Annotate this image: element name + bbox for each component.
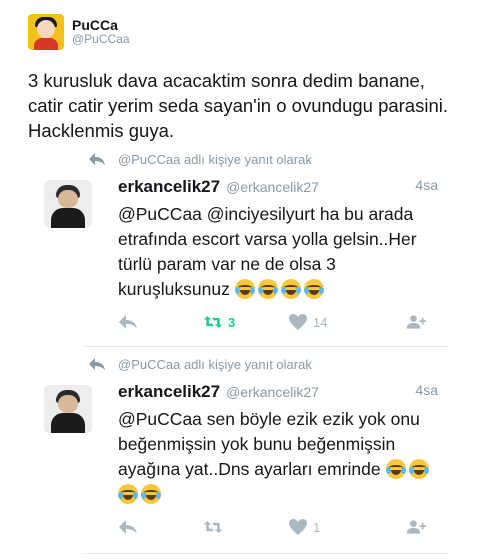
face-with-tears-of-joy-icon [280, 279, 301, 299]
face-with-tears-of-joy-icon [303, 279, 324, 299]
timestamp[interactable]: 4sa [415, 382, 438, 398]
tweet-text-body: @PuCCaa sen böyle ezik ezik yok onu beğe… [118, 409, 420, 479]
display-name[interactable]: PuCCa [72, 17, 130, 33]
retweet-icon [203, 316, 223, 328]
reply-tweet: @PuCCaa adlı kişiye yanıt olarak erkance… [0, 150, 477, 350]
face-with-tears-of-joy-icon [118, 484, 138, 504]
reply-context-text[interactable]: @PuCCaa adlı kişiye yanıt olarak [118, 152, 312, 167]
like-button[interactable]: 1 [288, 518, 320, 536]
reply-header: erkancelik27 @erkancelik27 4sa [118, 177, 438, 197]
divider [85, 346, 449, 347]
avatar[interactable] [44, 180, 92, 228]
reply-arrow-icon [119, 520, 137, 534]
tweet-actions: 3 14 [118, 313, 438, 335]
tweet-header: PuCCa @PuCCaa [28, 14, 130, 50]
reply-context: @PuCCaa adlı kişiye yanıt olarak [88, 355, 312, 373]
divider [85, 553, 449, 554]
reply-arrow-icon [89, 153, 105, 165]
add-user-icon [406, 520, 426, 534]
emoji-row [234, 279, 327, 299]
reply-context-text[interactable]: @PuCCaa adlı kişiye yanıt olarak [118, 357, 312, 372]
face-with-tears-of-joy-icon [257, 279, 278, 299]
face-with-tears-of-joy-icon [141, 484, 161, 504]
follow-button[interactable] [406, 313, 426, 331]
timestamp[interactable]: 4sa [415, 177, 438, 193]
heart-icon [289, 519, 307, 535]
face-with-tears-of-joy-icon [385, 459, 406, 479]
reply-tweet: @PuCCaa adlı kişiye yanıt olarak erkance… [0, 355, 477, 555]
reply-arrow-icon [119, 315, 137, 329]
user-handle[interactable]: @PuCCaa [72, 32, 130, 47]
reply-button[interactable] [118, 518, 138, 536]
user-handle[interactable]: @erkancelik27 [226, 179, 319, 195]
avatar[interactable] [28, 14, 64, 50]
avatar[interactable] [44, 385, 92, 433]
user-handle[interactable]: @erkancelik27 [226, 384, 319, 400]
retweet-count: 3 [228, 314, 236, 330]
retweet-button[interactable]: 3 [203, 313, 235, 331]
follow-button[interactable] [406, 518, 426, 536]
reply-header: erkancelik27 @erkancelik27 4sa [118, 382, 438, 402]
reply-context: @PuCCaa adlı kişiye yanıt olarak [88, 150, 312, 168]
tweet-text: @PuCCaa @inciyesilyurt ha bu arada etraf… [118, 202, 443, 302]
like-button[interactable]: 14 [288, 313, 327, 331]
retweet-icon [203, 521, 223, 533]
display-name[interactable]: erkancelik27 [118, 177, 220, 197]
heart-icon [289, 314, 307, 330]
add-user-icon [406, 315, 426, 329]
display-name[interactable]: erkancelik27 [118, 382, 220, 402]
like-count: 14 [313, 314, 328, 330]
tweet-actions: 1 [118, 518, 438, 540]
tweet-text: 3 kurusluk dava acacaktim sonra dedim ba… [28, 70, 448, 141]
face-with-tears-of-joy-icon [234, 279, 255, 299]
reply-button[interactable] [118, 313, 138, 331]
tweet-text: @PuCCaa sen böyle ezik ezik yok onu beğe… [118, 407, 443, 507]
reply-arrow-icon [89, 358, 105, 370]
retweet-button[interactable] [203, 518, 228, 536]
author-names: PuCCa @PuCCaa [72, 17, 130, 47]
face-with-tears-of-joy-icon [408, 459, 429, 479]
like-count: 1 [313, 519, 321, 535]
